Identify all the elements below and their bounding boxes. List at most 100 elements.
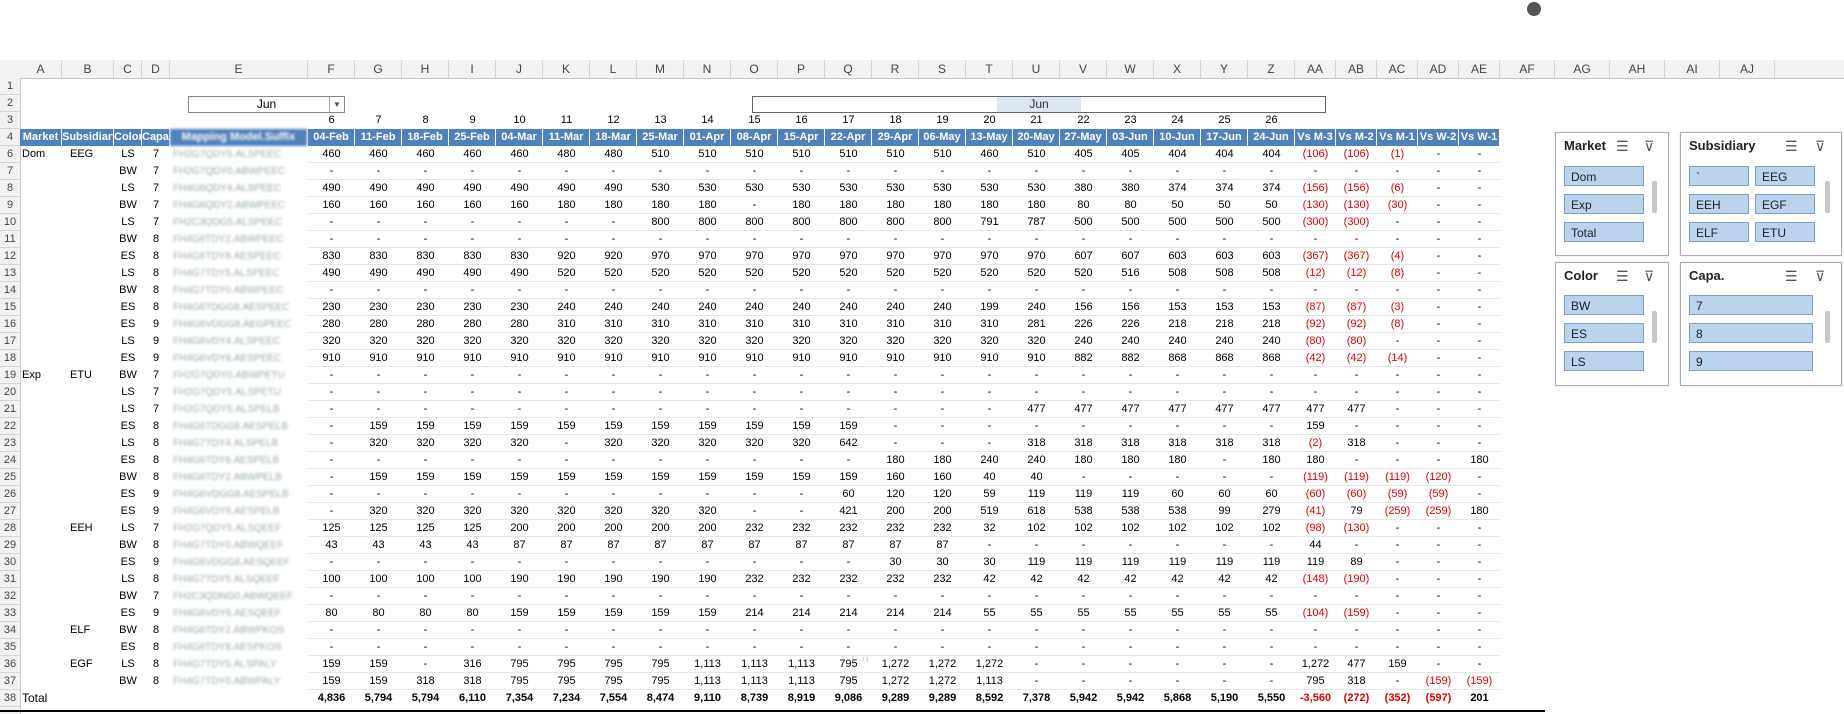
variance-cell[interactable]: - (1295, 588, 1336, 605)
variance-cell[interactable]: (3) (1377, 299, 1418, 316)
variance-cell[interactable]: - (1418, 435, 1459, 452)
value-cell[interactable]: 1,113 (731, 656, 778, 673)
variance-cell[interactable]: (130) (1336, 520, 1377, 537)
value-cell[interactable]: - (496, 214, 543, 231)
value-cell[interactable]: - (637, 486, 684, 503)
value-cell[interactable]: 42 (1154, 571, 1201, 588)
value-cell[interactable]: 490 (355, 265, 402, 282)
week-number[interactable]: 12 (590, 112, 637, 129)
value-cell[interactable]: 310 (778, 316, 825, 333)
subsidiary-cell[interactable] (62, 486, 114, 503)
value-cell[interactable]: 318 (1248, 435, 1295, 452)
value-cell[interactable]: - (308, 401, 355, 418)
value-cell[interactable]: - (684, 486, 731, 503)
value-cell[interactable]: - (1201, 384, 1248, 401)
value-cell[interactable]: - (1201, 163, 1248, 180)
market-cell[interactable] (20, 282, 62, 299)
value-cell[interactable]: 970 (919, 248, 966, 265)
value-cell[interactable]: - (1060, 231, 1107, 248)
value-cell[interactable]: 232 (731, 520, 778, 537)
row-header[interactable]: 27 (0, 503, 20, 520)
value-cell[interactable]: 42 (1248, 571, 1295, 588)
value-cell[interactable]: - (919, 639, 966, 656)
header-date[interactable]: 22-Apr (825, 129, 872, 146)
variance-cell[interactable]: 477 (1295, 401, 1336, 418)
value-cell[interactable]: 404 (1248, 146, 1295, 163)
value-cell[interactable]: 190 (684, 571, 731, 588)
value-cell[interactable]: 159 (778, 469, 825, 486)
value-cell[interactable]: 119 (1201, 554, 1248, 571)
value-cell[interactable]: - (1201, 656, 1248, 673)
value-cell[interactable]: - (1013, 163, 1060, 180)
variance-cell[interactable]: 79 (1336, 503, 1377, 520)
row-header[interactable]: 19 (0, 367, 20, 384)
total-value[interactable]: 8,474 (637, 690, 684, 707)
variance-cell[interactable]: (12) (1336, 265, 1377, 282)
slicer-item-eeh[interactable]: EEH (1689, 194, 1749, 214)
value-cell[interactable]: 180 (778, 197, 825, 214)
value-cell[interactable]: - (731, 588, 778, 605)
variance-cell[interactable]: - (1459, 486, 1500, 503)
column-header[interactable]: L (590, 60, 637, 78)
model-cell[interactable]: FH2C3QDNG0.ABWQEEF (170, 588, 308, 605)
subsidiary-cell[interactable] (62, 316, 114, 333)
variance-cell[interactable]: (156) (1295, 180, 1336, 197)
total-value[interactable]: 7,378 (1013, 690, 1060, 707)
value-cell[interactable]: - (966, 367, 1013, 384)
value-cell[interactable]: - (1248, 639, 1295, 656)
value-cell[interactable]: 100 (402, 571, 449, 588)
value-cell[interactable]: 520 (825, 265, 872, 282)
value-cell[interactable]: - (919, 384, 966, 401)
value-cell[interactable]: 80 (402, 605, 449, 622)
value-cell[interactable]: - (449, 588, 496, 605)
subsidiary-cell[interactable] (62, 673, 114, 690)
header-vs[interactable]: Vs M-3 (1295, 129, 1336, 146)
value-cell[interactable]: 232 (919, 571, 966, 588)
value-cell[interactable]: - (919, 622, 966, 639)
column-header[interactable]: S (919, 60, 966, 78)
header-date[interactable]: 06-May (919, 129, 966, 146)
capa-cell[interactable]: 8 (142, 673, 170, 690)
slicer-item-etu[interactable]: ETU (1755, 222, 1815, 242)
value-cell[interactable]: 500 (1154, 214, 1201, 231)
variance-cell[interactable]: (130) (1295, 197, 1336, 214)
value-cell[interactable]: - (1013, 384, 1060, 401)
value-cell[interactable]: - (496, 639, 543, 656)
capa-cell[interactable]: 7 (142, 588, 170, 605)
value-cell[interactable]: 510 (1013, 146, 1060, 163)
model-cell[interactable]: FH4G7TDY0.ABWQEEF (170, 537, 308, 554)
value-cell[interactable]: 320 (355, 333, 402, 350)
value-cell[interactable]: - (637, 282, 684, 299)
value-cell[interactable]: 159 (731, 469, 778, 486)
value-cell[interactable]: 520 (872, 265, 919, 282)
value-cell[interactable]: 200 (543, 520, 590, 537)
value-cell[interactable]: 500 (1107, 214, 1154, 231)
variance-cell[interactable]: - (1336, 384, 1377, 401)
header-date[interactable]: 11-Mar (543, 129, 590, 146)
model-cell[interactable]: FH4G7TDY0.ABWPEEC (170, 282, 308, 299)
model-cell[interactable]: FH2G7QDY5.ALSQEEF (170, 520, 308, 537)
value-cell[interactable]: 530 (1013, 180, 1060, 197)
value-cell[interactable]: 55 (1154, 605, 1201, 622)
value-cell[interactable]: - (1060, 673, 1107, 690)
value-cell[interactable]: 214 (778, 605, 825, 622)
value-cell[interactable]: - (966, 435, 1013, 452)
week-number[interactable]: 24 (1154, 112, 1201, 129)
model-cell[interactable]: FH4G6TDY2.ABWPEEC (170, 231, 308, 248)
value-cell[interactable]: - (872, 639, 919, 656)
column-header[interactable]: AF (1500, 60, 1555, 78)
value-cell[interactable]: 310 (684, 316, 731, 333)
slicer-scrollbar[interactable] (1652, 311, 1657, 343)
value-cell[interactable]: - (449, 384, 496, 401)
value-cell[interactable]: - (731, 231, 778, 248)
value-cell[interactable]: - (919, 367, 966, 384)
variance-cell[interactable]: 180 (1459, 452, 1500, 469)
value-cell[interactable]: 787 (1013, 214, 1060, 231)
value-cell[interactable]: 180 (590, 197, 637, 214)
value-cell[interactable]: 240 (1248, 333, 1295, 350)
variance-cell[interactable]: (367) (1295, 248, 1336, 265)
value-cell[interactable]: - (731, 282, 778, 299)
column-header[interactable]: A (20, 60, 62, 78)
variance-cell[interactable]: (159) (1459, 673, 1500, 690)
value-cell[interactable]: 510 (919, 146, 966, 163)
